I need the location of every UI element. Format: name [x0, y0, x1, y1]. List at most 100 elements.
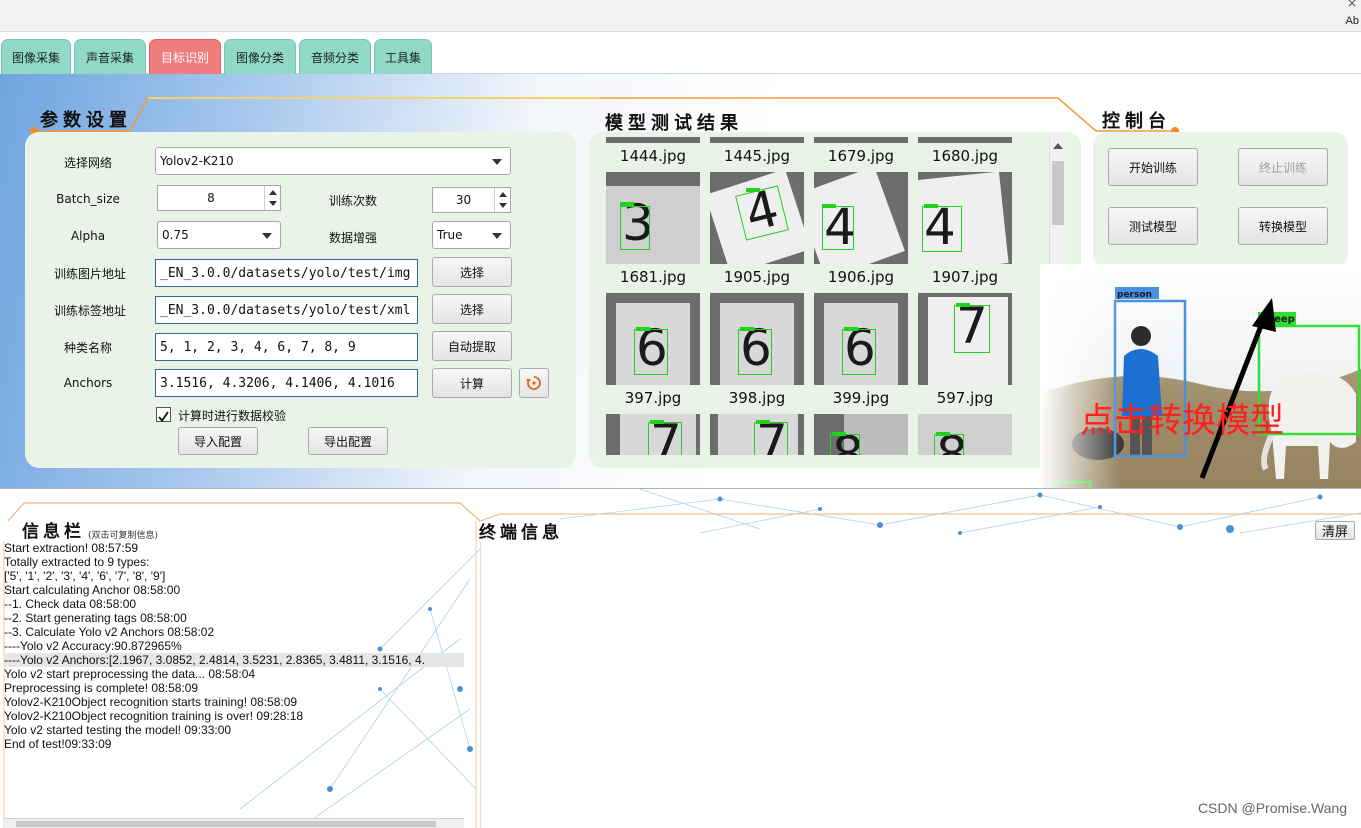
chevron-down-icon [262, 233, 272, 239]
import-config-button[interactable]: 导入配置 [178, 427, 258, 455]
epochs-value: 30 [455, 193, 472, 207]
terminal-output[interactable] [480, 542, 1361, 828]
classes-label: 种类名称 [63, 341, 112, 355]
tab-toolset[interactable]: 工具集 [374, 39, 432, 74]
validate-checkbox-label: 计算时进行数据校验 [178, 409, 287, 423]
result-thumbnail[interactable]: 3 [606, 172, 700, 264]
log-line: Yolov2-K210Object recognition training i… [4, 709, 304, 723]
result-thumbnail[interactable] [606, 137, 700, 143]
result-caption: 1906.jpg [827, 268, 895, 286]
result-thumbnail[interactable] [710, 137, 804, 143]
anchors-input[interactable]: 3.1516, 4.3206, 4.1406, 4.1016 [155, 369, 418, 397]
result-caption: 1444.jpg [619, 147, 687, 165]
network-select[interactable]: Yolov2-K210 [155, 147, 511, 175]
result-thumbnail[interactable] [814, 137, 908, 143]
checkmark-icon [158, 411, 169, 422]
batch-size-stepper[interactable] [264, 186, 280, 210]
info-log[interactable]: Start extraction! 08:57:59 Totally extra… [4, 541, 464, 813]
result-thumbnail[interactable]: 7 [606, 414, 700, 455]
log-line: --1. Check data 08:58:00 [4, 597, 137, 611]
result-caption: 1905.jpg [723, 268, 791, 286]
classes-input[interactable]: 5, 1, 2, 3, 4, 6, 7, 8, 9 [155, 333, 418, 361]
tab-image-capture[interactable]: 图像采集 [1, 39, 71, 74]
window-titlebar: × Ab [0, 0, 1361, 32]
clear-screen-button[interactable]: 清屏 [1315, 521, 1355, 540]
lower-area: 信息栏 (双击可复制信息) 终端信息 清屏 Start extraction! … [0, 489, 1361, 828]
calculate-button[interactable]: 计算 [432, 368, 512, 398]
info-subtitle: (双击可复制信息) [88, 531, 159, 541]
log-line: --2. Start generating tags 08:58:00 [4, 611, 187, 625]
result-thumbnail[interactable]: 4 [918, 172, 1012, 264]
log-line: End of test!09:33:09 [4, 737, 112, 751]
upper-area: 参数设置 模型测试结果 控制台 选择网络 Yolov2-K210 Batch_s… [0, 74, 1361, 488]
result-thumbnail[interactable]: 7 [918, 293, 1012, 385]
result-thumbnail[interactable]: 6 [710, 293, 804, 385]
tab-audio-classification[interactable]: 音频分类 [299, 39, 371, 74]
log-line: ['5', '1', '2', '3', '4', '6', '7', '8',… [4, 569, 166, 583]
scroll-thumb[interactable] [1052, 161, 1064, 225]
result-thumbnail[interactable]: 6 [606, 293, 700, 385]
arrow-down-icon [269, 201, 277, 206]
info-title: 信息栏 [22, 522, 85, 542]
result-caption: 397.jpg [624, 389, 682, 407]
alpha-select[interactable]: 0.75 [157, 221, 281, 249]
result-thumbnail[interactable]: 4 [814, 172, 908, 264]
log-line: Start extraction! 08:57:59 [4, 541, 139, 555]
start-training-button[interactable]: 开始训练 [1108, 148, 1198, 186]
tab-object-detection[interactable]: 目标识别 [149, 39, 221, 74]
validate-checkbox[interactable] [156, 407, 171, 422]
arrow-up-icon [269, 190, 277, 195]
convert-model-button[interactable]: 转换模型 [1238, 207, 1328, 245]
result-thumbnail[interactable]: 8 [918, 414, 1012, 455]
tab-image-classification[interactable]: 图像分类 [224, 39, 296, 74]
convert-model-annotation: 点击转换模型 [1080, 401, 1284, 441]
epochs-spinbox[interactable]: 30 [432, 187, 511, 213]
log-line: Yolo v2 started testing the model! 09:33… [4, 723, 232, 737]
result-thumbnail[interactable]: 6 [814, 293, 908, 385]
result-caption: 1680.jpg [931, 147, 999, 165]
scroll-up-icon[interactable] [1050, 139, 1066, 153]
result-thumbnail[interactable]: 7 [710, 414, 804, 455]
close-icon[interactable]: × [1347, 0, 1357, 10]
info-horizontal-scrollbar[interactable] [4, 818, 464, 828]
train-label-path-label: 训练标签地址 [53, 304, 126, 318]
result-caption: 398.jpg [728, 389, 786, 407]
select-image-path-button[interactable]: 选择 [432, 257, 512, 287]
auto-extract-button[interactable]: 自动提取 [432, 331, 512, 361]
train-label-path-input[interactable]: _EN_3.0.0/datasets/yolo/test/xml [155, 296, 418, 324]
result-caption: 399.jpg [832, 389, 890, 407]
tab-audio-capture[interactable]: 声音采集 [74, 39, 146, 74]
result-caption: 1445.jpg [723, 147, 791, 165]
stop-training-button[interactable]: 终止训练 [1238, 148, 1328, 186]
result-caption: 1679.jpg [827, 147, 895, 165]
detection-demo-image: person sheep 点击转换模型 [1040, 264, 1361, 488]
train-image-path-label: 训练图片地址 [53, 267, 126, 281]
select-label-path-button[interactable]: 选择 [432, 294, 512, 324]
epochs-stepper[interactable] [494, 188, 510, 212]
augment-label: 数据增强 [328, 231, 377, 245]
log-line: Start calculating Anchor 08:58:00 [4, 583, 181, 597]
log-line: ----Yolo v2 Accuracy:90.872965% [4, 639, 182, 653]
network-label: 选择网络 [63, 156, 112, 170]
log-line-selected: ----Yolo v2 Anchors:[2.1967, 3.0852, 2.4… [4, 653, 464, 667]
export-config-button[interactable]: 导出配置 [308, 427, 388, 455]
terminal-title: 终端信息 [479, 523, 563, 543]
refresh-icon [526, 376, 541, 390]
result-thumbnail[interactable]: 4 [710, 172, 804, 264]
test-model-button[interactable]: 测试模型 [1108, 207, 1198, 245]
train-image-path-input[interactable]: _EN_3.0.0/datasets/yolo/test/img [155, 259, 418, 287]
log-line: Preprocessing is complete! 08:58:09 [4, 681, 199, 695]
augment-select[interactable]: True [432, 221, 511, 249]
scroll-thumb[interactable] [16, 821, 436, 827]
results-grid: 1444.jpg 1445.jpg 1679.jpg 1680.jpg 3 4 … [606, 137, 1042, 455]
augment-value: True [437, 228, 463, 242]
result-thumbnail[interactable]: 8 [814, 414, 908, 455]
network-value: Yolov2-K210 [160, 154, 234, 168]
chevron-down-icon [492, 233, 502, 239]
refresh-button[interactable] [519, 368, 549, 398]
log-line: Yolov2-K210Object recognition starts tra… [4, 695, 298, 709]
params-title: 参数设置 [40, 110, 132, 131]
batch-size-spinbox[interactable]: 8 [157, 185, 281, 211]
result-caption: 1681.jpg [619, 268, 687, 286]
result-thumbnail[interactable] [918, 137, 1012, 143]
